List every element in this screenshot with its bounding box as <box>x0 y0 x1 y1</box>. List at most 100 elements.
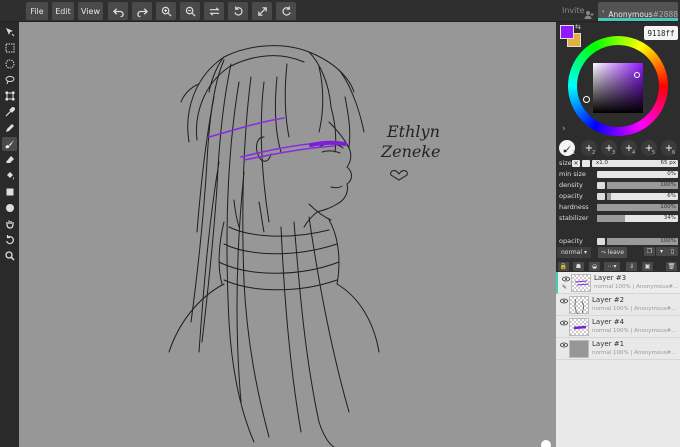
right-panel: ⇆ 9118ff › 1 + 2 + 3 + 4 + 5 + 6 size ✕ … <box>556 22 680 447</box>
view-menu-button[interactable]: View <box>78 2 103 20</box>
layer-options-button[interactable]: ▾ <box>656 247 667 256</box>
eye-icon[interactable] <box>560 298 568 304</box>
leave-button[interactable]: ⤳ leave <box>598 247 628 258</box>
eye-icon[interactable] <box>562 276 570 282</box>
layer-thumbnail <box>569 340 589 358</box>
delete-layer-button[interactable]: 🗑 <box>666 262 677 271</box>
layer-name[interactable]: Layer #4 <box>592 318 624 326</box>
app-window: File Edit View Invite Anonymous#2888 Eth… <box>0 0 680 447</box>
brush-tool[interactable] <box>2 137 17 151</box>
more-options-button[interactable]: ⋯▾ <box>604 262 620 271</box>
swap-colors-icon[interactable]: ⇆ <box>575 23 581 31</box>
layer-name[interactable]: Layer #1 <box>592 340 624 348</box>
eraser-tool[interactable] <box>2 153 17 167</box>
magnifier-icon <box>4 251 15 261</box>
rotate-view-icon <box>5 235 14 245</box>
brush-panel: ⇆ 9118ff › 1 + 2 + 3 + 4 + 5 + 6 size ✕ … <box>556 22 680 272</box>
rotate-tool[interactable] <box>2 233 17 247</box>
drawing-canvas[interactable]: Ethlyn Zeneke <box>19 22 556 447</box>
size-pressure-value: x1.0 <box>596 159 609 166</box>
stabilizer-slider[interactable]: 34% <box>597 214 678 222</box>
transform-tool[interactable] <box>2 89 17 103</box>
density-toggle[interactable] <box>597 181 605 189</box>
clipping-mask-button[interactable]: ☗ <box>573 262 584 271</box>
layer-meta: normal 100% | Anonymous#... <box>592 328 677 334</box>
stabilizer-value: 34% <box>663 214 676 221</box>
eyedropper-icon <box>5 107 15 117</box>
ellipse-select-icon <box>5 59 14 69</box>
fill-tool[interactable] <box>2 169 17 183</box>
pressure-toggle-icon[interactable]: ✕ <box>572 159 580 167</box>
eye-icon[interactable] <box>560 342 568 348</box>
brush-shape-icon[interactable] <box>582 159 590 167</box>
rotate-left-button[interactable] <box>228 2 248 20</box>
brush-preset-number: 6 <box>672 150 676 156</box>
copy-layer-button[interactable]: ▣ <box>642 262 653 271</box>
sv-handle[interactable] <box>634 72 640 78</box>
sketch-artwork <box>168 45 408 447</box>
file-menu-button[interactable]: File <box>26 2 48 20</box>
layer-row-2[interactable]: Layer #2 normal 100% | Anonymous#... <box>556 294 680 316</box>
leave-label: leave <box>607 249 625 256</box>
rect-select-icon <box>5 43 14 53</box>
lock-layer-button[interactable]: 🔒 <box>558 262 569 271</box>
saturation-value-square[interactable] <box>593 63 643 113</box>
hand-icon <box>5 220 14 229</box>
layer-opacity-slider[interactable]: 100% <box>607 237 678 245</box>
edit-menu-button[interactable]: Edit <box>52 2 74 20</box>
zoom-in-button[interactable] <box>156 2 176 20</box>
opacity-slider[interactable]: 6% <box>607 192 678 200</box>
blend-mode-select[interactable]: normal ▾ <box>557 247 591 258</box>
redo-button[interactable] <box>132 2 152 20</box>
rect-select-tool[interactable] <box>2 41 17 55</box>
ellipse-select-tool[interactable] <box>2 57 17 71</box>
primary-color-swatch[interactable] <box>560 25 574 39</box>
shape-tool[interactable] <box>2 185 17 199</box>
rotate-right-button[interactable] <box>276 2 296 20</box>
layer-name[interactable]: Layer #2 <box>592 296 624 304</box>
layer-row-4[interactable]: Layer #4 normal 100% | Anonymous#... <box>556 316 680 338</box>
flip-canvas-button[interactable] <box>204 2 224 20</box>
layer-opacity-row: opacity 100% <box>559 236 678 246</box>
brush-preset-number: 4 <box>632 150 636 156</box>
size-slider[interactable]: x1.0 65 px <box>592 159 678 167</box>
expand-icon <box>257 6 267 16</box>
layer-name[interactable]: Layer #3 <box>594 274 626 282</box>
redo-icon <box>136 7 148 17</box>
hue-wheel[interactable] <box>568 36 668 136</box>
hue-handle[interactable] <box>583 96 590 103</box>
eyedropper-tool[interactable] <box>2 105 17 119</box>
zoom-out-button[interactable] <box>180 2 200 20</box>
hardness-value: 100% <box>660 203 676 210</box>
tool-sidebar <box>0 22 19 447</box>
pen-tool[interactable] <box>2 121 17 135</box>
fit-to-screen-button[interactable] <box>252 2 272 20</box>
ellipse-tool[interactable] <box>2 201 17 215</box>
new-layer-button[interactable]: ▯ <box>667 247 678 256</box>
opacity-value: 6% <box>667 192 676 199</box>
undo-button[interactable] <box>108 2 128 20</box>
duplicate-layer-button[interactable]: ❐ <box>644 247 655 256</box>
layer-row-3[interactable]: ✎ Layer #3 normal 100% | Anonymous#... <box>556 272 680 294</box>
alpha-lock-button[interactable]: ◒ <box>589 262 600 271</box>
merge-down-button[interactable]: ⇓ <box>626 262 637 271</box>
layer-opacity-toggle[interactable] <box>597 237 605 245</box>
hand-tool[interactable] <box>2 217 17 231</box>
opacity-toggle[interactable] <box>597 192 605 200</box>
lasso-tool[interactable] <box>2 73 17 87</box>
hex-color-input[interactable]: 9118ff <box>644 26 678 40</box>
opacity-slider-row: opacity 6% <box>559 191 678 201</box>
density-slider[interactable]: 100% <box>607 181 678 189</box>
hardness-slider[interactable]: 100% <box>597 203 678 211</box>
chevron-right-icon[interactable]: › <box>562 124 566 134</box>
zoom-tool[interactable] <box>2 249 17 263</box>
move-tool[interactable] <box>2 25 17 39</box>
min-size-slider[interactable]: 0% <box>597 170 678 178</box>
invite-link[interactable]: Invite <box>562 6 584 15</box>
canvas-scroll-handle[interactable] <box>541 440 551 447</box>
min-size-slider-row: min size 0% <box>559 169 678 179</box>
layers-list: ✎ Layer #3 normal 100% | Anonymous#... L… <box>556 272 680 360</box>
size-slider-row: size ✕ x1.0 65 px <box>559 158 678 168</box>
layer-row-1[interactable]: Layer #1 normal 100% | Anonymous#... <box>556 338 680 360</box>
eye-icon[interactable] <box>560 320 568 326</box>
